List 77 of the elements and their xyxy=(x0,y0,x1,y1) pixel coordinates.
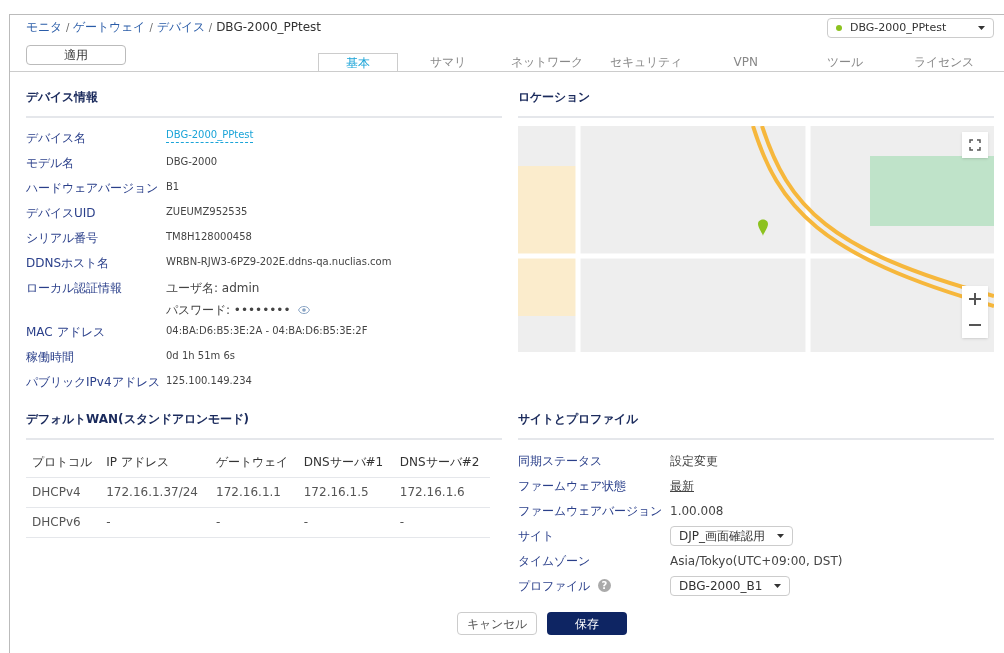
breadcrumb-separator: / xyxy=(149,20,153,35)
field-value: 125.100.149.234 xyxy=(166,374,252,388)
field-label: MAC アドレス xyxy=(26,324,105,341)
field-label: ファームウェアバージョン xyxy=(518,502,662,520)
field-value: 最新 xyxy=(670,477,694,495)
tab[interactable]: ライセンス xyxy=(894,53,994,71)
field-label: プロファイル xyxy=(518,577,590,595)
field-label: DDNSホスト名 xyxy=(26,255,110,272)
section-title: デフォルトWAN(スタンドアロンモード) xyxy=(26,412,249,426)
save-button[interactable]: 保存 xyxy=(547,612,627,635)
breadcrumb-current: DBG-2000_PPtest xyxy=(216,19,322,36)
field-value: B1 xyxy=(166,180,180,194)
table-cell: - xyxy=(210,507,298,537)
field-label: デバイス名 xyxy=(26,130,86,147)
column-header: プロトコル xyxy=(26,448,101,477)
breadcrumb-link[interactable]: デバイス xyxy=(156,18,205,36)
field-label: デバイスUID xyxy=(26,205,96,222)
field-label: ハードウェアバージョン xyxy=(26,180,158,197)
table-cell: - xyxy=(100,507,211,537)
breadcrumb-separator: / xyxy=(208,20,213,35)
section-title: デバイス情報 xyxy=(26,90,98,104)
password-text: パスワード: •••••••• xyxy=(166,302,291,319)
table-cell: DHCPv4 xyxy=(26,477,101,507)
plus-icon xyxy=(969,293,981,305)
caret-icon xyxy=(978,26,985,30)
table-cell: 172.16.1.1 xyxy=(210,477,298,507)
column-header: IP アドレス xyxy=(100,448,211,477)
field-label: パブリックIPv4アドレス xyxy=(26,374,160,391)
field-value: Asia/Tokyo(UTC+09:00, DST) xyxy=(670,552,843,570)
tab[interactable]: セキュリティ xyxy=(596,53,696,71)
field-value: 04:BA:D6:B5:3E:2A - 04:BA:D6:B5:3E:2F xyxy=(166,324,368,338)
field-label: ファームウェア状態 xyxy=(518,477,626,495)
table-cell: 172.16.1.6 xyxy=(393,477,490,507)
column-header: DNSサーバ#2 xyxy=(393,448,490,477)
username-text: ユーザ名: admin xyxy=(166,280,261,297)
tab[interactable]: サマリ xyxy=(398,53,498,71)
table-cell: - xyxy=(297,507,394,537)
tab[interactable]: ツール xyxy=(795,53,895,71)
tab[interactable]: ネットワーク xyxy=(497,53,597,71)
field-label: ローカル認証情報 xyxy=(26,280,122,297)
select-dropdown[interactable]: DJP_画面確認用 xyxy=(670,525,793,546)
caret-icon xyxy=(774,583,782,588)
fullscreen-icon xyxy=(969,139,981,151)
column-header: ゲートウェイ xyxy=(210,448,298,477)
breadcrumb-link[interactable]: モニタ xyxy=(26,18,62,36)
field-value: 1.00.008 xyxy=(670,502,724,520)
apply-button[interactable]: 適用 xyxy=(26,45,126,65)
minus-icon xyxy=(969,324,981,326)
field-value: DBG-2000 xyxy=(166,155,218,169)
table-cell: 172.16.1.5 xyxy=(297,477,394,507)
field-label: シリアル番号 xyxy=(26,230,98,247)
cancel-button[interactable]: キャンセル xyxy=(457,612,537,635)
field-label: 同期ステータス xyxy=(518,452,602,470)
field-value: TM8H128000458 xyxy=(166,230,252,244)
fullscreen-button[interactable] xyxy=(962,132,988,158)
field-label: 稼働時間 xyxy=(26,349,74,366)
breadcrumb-separator: / xyxy=(66,20,70,35)
caret-icon xyxy=(777,533,784,538)
table-cell: 172.16.1.37/24 xyxy=(100,477,211,507)
select-dropdown[interactable]: DBG-2000_B1 xyxy=(670,575,791,596)
device-dropdown[interactable]: DBG-2000_PPtest xyxy=(827,18,994,38)
field-label: モデル名 xyxy=(26,155,74,172)
section-title: ロケーション xyxy=(518,90,590,104)
field-value: WRBN-RJW3-6PZ9-202E.ddns-qa.nuclias.com xyxy=(166,255,392,269)
table-cell: - xyxy=(393,507,490,537)
eye-icon[interactable] xyxy=(298,306,311,314)
field-label: タイムゾーン xyxy=(518,552,590,570)
device-name-text: DBG-2000_PPtest xyxy=(850,19,948,36)
breadcrumb-link[interactable]: ゲートウェイ xyxy=(73,18,146,36)
table-cell: DHCPv6 xyxy=(26,507,101,537)
field-value: 0d 1h 51m 6s xyxy=(166,349,235,363)
field-label: サイト xyxy=(518,527,554,545)
field-value: 設定変更 xyxy=(670,452,718,470)
section-title: サイトとプロファイル xyxy=(518,412,638,426)
column-header: DNSサーバ#1 xyxy=(297,448,394,477)
field-value: ZUEUMZ952535 xyxy=(166,205,248,219)
tab[interactable]: VPN xyxy=(696,53,796,71)
